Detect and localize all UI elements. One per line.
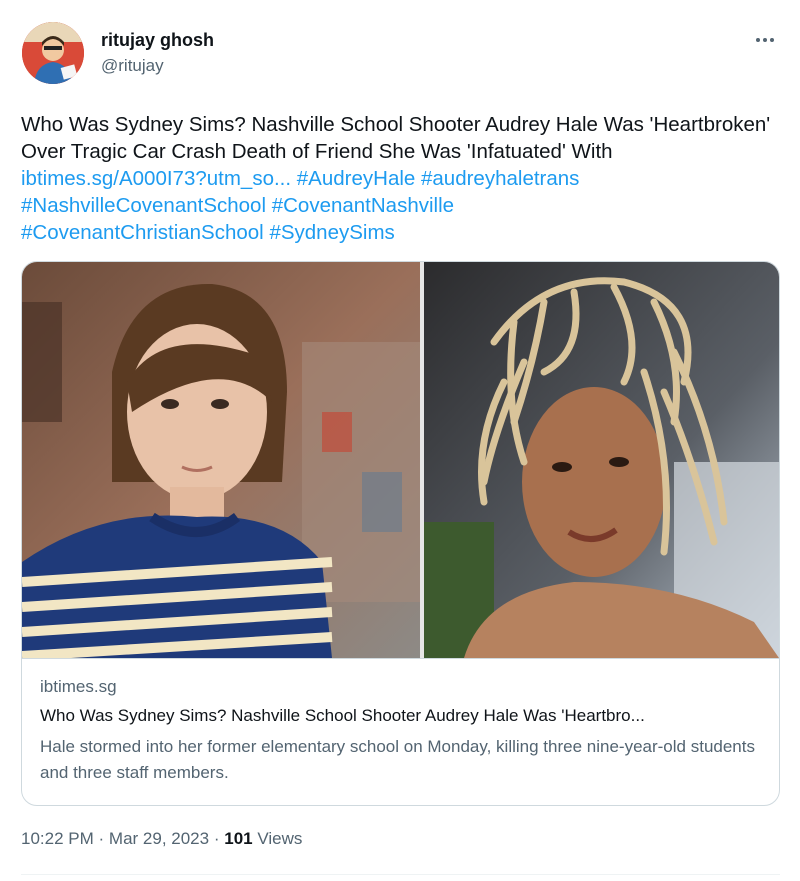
- hashtag-covenantchristianschool[interactable]: #CovenantChristianSchool: [21, 221, 264, 244]
- tweet-text: Who Was Sydney Sims? Nashville School Sh…: [21, 111, 786, 246]
- views-label[interactable]: Views: [257, 829, 302, 848]
- card-photo-right: [424, 262, 779, 658]
- author-name[interactable]: ritujay ghosh: [101, 30, 214, 51]
- views-count[interactable]: 101: [224, 829, 252, 848]
- tweet-meta: 10:22 PM · Mar 29, 2023 · 101 Views: [21, 829, 302, 849]
- more-icon: [756, 38, 774, 42]
- tweet-link[interactable]: ibtimes.sg/A000I73?utm_so...: [21, 167, 291, 190]
- tweet-text-body: Who Was Sydney Sims? Nashville School Sh…: [21, 113, 771, 163]
- hashtag-nashvillecovenantschool[interactable]: #NashvilleCovenantSchool: [21, 194, 266, 217]
- card-description: Hale stormed into her former elementary …: [40, 737, 755, 782]
- hashtag-sydneysims[interactable]: #SydneySims: [269, 221, 394, 244]
- hashtag-covenantnashville[interactable]: #CovenantNashville: [272, 194, 454, 217]
- tweet-date[interactable]: Mar 29, 2023: [109, 829, 209, 848]
- more-options-button[interactable]: [750, 28, 780, 52]
- avatar[interactable]: [22, 22, 84, 84]
- hashtag-audreyhale[interactable]: #AudreyHale: [297, 167, 416, 190]
- tweet-time[interactable]: 10:22 PM: [21, 829, 94, 848]
- meta-separator: ·: [98, 829, 105, 848]
- author-handle[interactable]: @ritujay: [101, 56, 164, 76]
- tweet: ritujay ghosh @ritujay Who Was Sydney Si…: [0, 0, 800, 881]
- divider: [21, 874, 780, 875]
- card-divider: [22, 658, 779, 659]
- user-avatar-icon: [22, 22, 84, 84]
- card-title: Who Was Sydney Sims? Nashville School Sh…: [40, 706, 645, 725]
- link-card[interactable]: ibtimes.sg Who Was Sydney Sims? Nashvill…: [21, 261, 780, 806]
- card-media: [22, 262, 779, 658]
- card-domain: ibtimes.sg: [40, 677, 117, 696]
- meta-separator: ·: [213, 829, 220, 848]
- card-photo-left: [22, 262, 420, 658]
- hashtag-audreyhaletrans[interactable]: #audreyhaletrans: [421, 167, 579, 190]
